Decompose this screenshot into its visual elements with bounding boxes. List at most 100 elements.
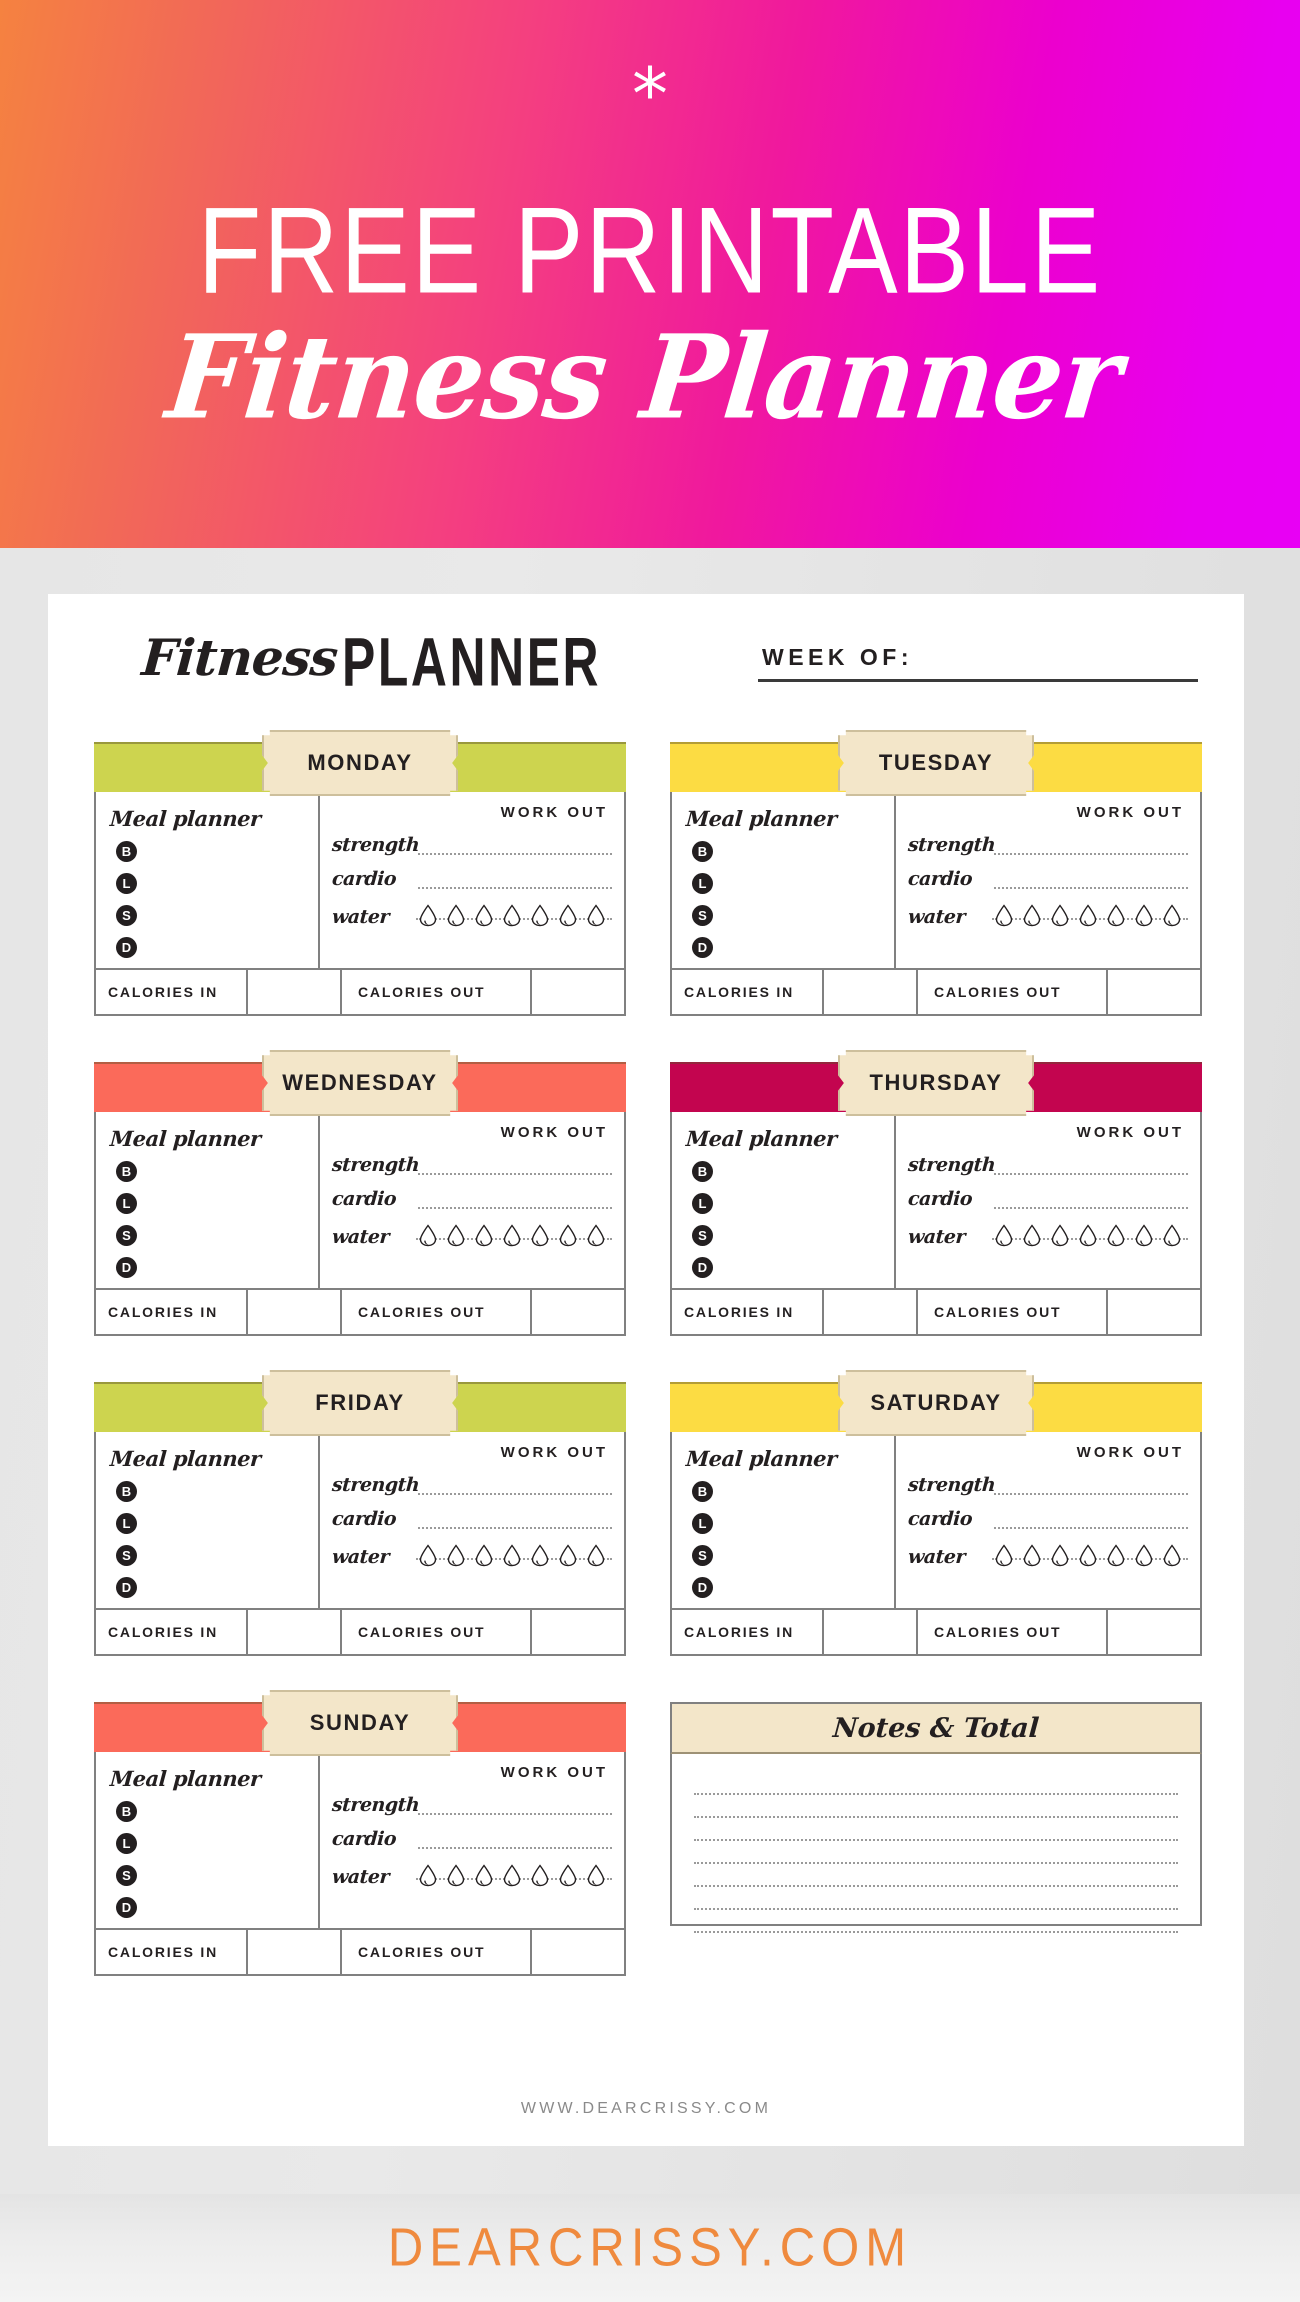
meal-slot-l[interactable]: L <box>692 873 713 894</box>
water-drop-icon[interactable] <box>1076 903 1100 927</box>
meal-slot-b[interactable]: B <box>692 1161 713 1182</box>
water-drop-icon[interactable] <box>1076 1223 1100 1247</box>
water-drop-icon[interactable] <box>1160 1223 1184 1247</box>
calories-out-input[interactable] <box>1108 970 1200 1014</box>
strength-input-line[interactable] <box>994 1161 1188 1175</box>
cardio-row[interactable]: cardio <box>907 1188 1188 1210</box>
water-drop-icon[interactable] <box>1160 1543 1184 1567</box>
cardio-input-line[interactable] <box>418 875 612 889</box>
water-drop-icon[interactable] <box>556 903 580 927</box>
meal-slot-b[interactable]: B <box>692 1481 713 1502</box>
calories-in-input[interactable] <box>824 1610 918 1654</box>
notes-body[interactable] <box>670 1754 1202 1933</box>
strength-row[interactable]: strength <box>907 834 1188 856</box>
strength-input-line[interactable] <box>994 1481 1188 1495</box>
water-drop-icon[interactable] <box>472 903 496 927</box>
water-drop-icon[interactable] <box>528 1543 552 1567</box>
water-drop-icon[interactable] <box>1160 903 1184 927</box>
meal-slot-l[interactable]: L <box>692 1513 713 1534</box>
water-drop-icon[interactable] <box>472 1543 496 1567</box>
cardio-input-line[interactable] <box>994 1515 1188 1529</box>
meal-slot-b[interactable]: B <box>116 1801 137 1822</box>
calories-out-input[interactable] <box>532 970 624 1014</box>
cardio-row[interactable]: cardio <box>331 1188 612 1210</box>
water-drop-icon[interactable] <box>992 903 1016 927</box>
cardio-input-line[interactable] <box>994 1195 1188 1209</box>
water-drop-icon[interactable] <box>444 903 468 927</box>
notes-line[interactable] <box>694 1818 1178 1841</box>
cardio-row[interactable]: cardio <box>331 1828 612 1850</box>
water-drop-icon[interactable] <box>416 903 440 927</box>
water-row[interactable]: water <box>331 1223 612 1248</box>
water-drop-icon[interactable] <box>1048 903 1072 927</box>
meal-slot-d[interactable]: D <box>116 1897 137 1918</box>
meal-slot-s[interactable]: S <box>116 1225 137 1246</box>
meal-slot-s[interactable]: S <box>692 905 713 926</box>
water-drop-icon[interactable] <box>1020 1223 1044 1247</box>
notes-line[interactable] <box>694 1910 1178 1933</box>
strength-input-line[interactable] <box>418 1801 612 1815</box>
water-drop-icon[interactable] <box>1104 1223 1128 1247</box>
calories-out-input[interactable] <box>532 1610 624 1654</box>
meal-slot-l[interactable]: L <box>116 1513 137 1534</box>
strength-input-line[interactable] <box>418 841 612 855</box>
calories-in-input[interactable] <box>824 1290 918 1334</box>
water-row[interactable]: water <box>907 1223 1188 1248</box>
strength-row[interactable]: strength <box>331 1794 612 1816</box>
meal-slot-s[interactable]: S <box>116 1545 137 1566</box>
water-drop-icon[interactable] <box>444 1863 468 1887</box>
water-drop-icon[interactable] <box>556 1863 580 1887</box>
water-row[interactable]: water <box>331 903 612 928</box>
meal-slot-b[interactable]: B <box>116 841 137 862</box>
calories-out-input[interactable] <box>532 1930 624 1974</box>
water-drop-icon[interactable] <box>416 1543 440 1567</box>
water-drop-icon[interactable] <box>528 903 552 927</box>
meal-slot-l[interactable]: L <box>116 1833 137 1854</box>
water-drop-icon[interactable] <box>584 1223 608 1247</box>
water-drop-icon[interactable] <box>584 1543 608 1567</box>
meal-slot-d[interactable]: D <box>116 937 137 958</box>
water-drop-icon[interactable] <box>1048 1543 1072 1567</box>
water-drop-icon[interactable] <box>1020 1543 1044 1567</box>
water-drop-icon[interactable] <box>1104 1543 1128 1567</box>
water-drop-icon[interactable] <box>584 1863 608 1887</box>
meal-slot-s[interactable]: S <box>692 1545 713 1566</box>
meal-slot-l[interactable]: L <box>116 873 137 894</box>
strength-row[interactable]: strength <box>331 1154 612 1176</box>
meal-slot-b[interactable]: B <box>692 841 713 862</box>
meal-slot-b[interactable]: B <box>116 1481 137 1502</box>
water-row[interactable]: water <box>331 1863 612 1888</box>
water-drop-icon[interactable] <box>444 1543 468 1567</box>
calories-in-input[interactable] <box>248 970 342 1014</box>
notes-line[interactable] <box>694 1841 1178 1864</box>
water-drop-icon[interactable] <box>992 1543 1016 1567</box>
water-drop-icon[interactable] <box>472 1863 496 1887</box>
water-drop-icon[interactable] <box>416 1223 440 1247</box>
water-drop-icon[interactable] <box>416 1863 440 1887</box>
strength-input-line[interactable] <box>418 1481 612 1495</box>
water-drop-icon[interactable] <box>1020 903 1044 927</box>
water-row[interactable]: water <box>331 1543 612 1568</box>
calories-out-input[interactable] <box>1108 1290 1200 1334</box>
water-row[interactable]: water <box>907 1543 1188 1568</box>
strength-row[interactable]: strength <box>907 1474 1188 1496</box>
water-drop-icon[interactable] <box>1132 903 1156 927</box>
water-drop-icon[interactable] <box>992 1223 1016 1247</box>
water-row[interactable]: water <box>907 903 1188 928</box>
calories-in-input[interactable] <box>824 970 918 1014</box>
calories-in-input[interactable] <box>248 1610 342 1654</box>
cardio-input-line[interactable] <box>418 1835 612 1849</box>
water-drop-icon[interactable] <box>584 903 608 927</box>
meal-slot-d[interactable]: D <box>116 1257 137 1278</box>
water-drop-icon[interactable] <box>556 1543 580 1567</box>
cardio-row[interactable]: cardio <box>331 1508 612 1530</box>
water-drop-icon[interactable] <box>556 1223 580 1247</box>
notes-line[interactable] <box>694 1864 1178 1887</box>
cardio-input-line[interactable] <box>994 875 1188 889</box>
meal-slot-s[interactable]: S <box>116 1865 137 1886</box>
strength-row[interactable]: strength <box>331 834 612 856</box>
calories-in-input[interactable] <box>248 1930 342 1974</box>
calories-in-input[interactable] <box>248 1290 342 1334</box>
meal-slot-d[interactable]: D <box>692 1257 713 1278</box>
water-drop-icon[interactable] <box>472 1223 496 1247</box>
